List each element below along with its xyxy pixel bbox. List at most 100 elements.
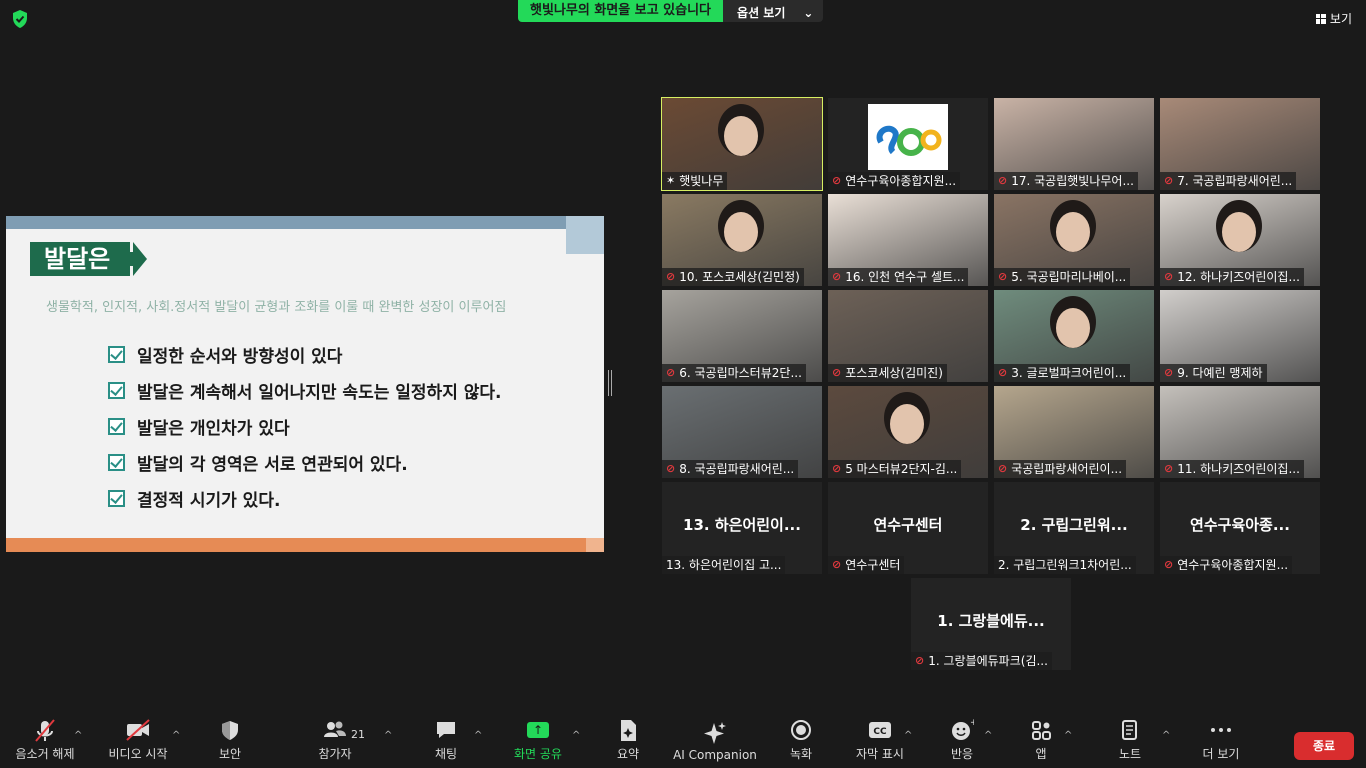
view-options-button[interactable]: 옵션 보기 ⌄ <box>723 0 824 22</box>
participant-tile[interactable]: ⊘ 포스코세상(김미진) <box>828 290 988 382</box>
more-dots-icon <box>1211 728 1231 732</box>
participant-tile[interactable]: 13. 하은어린이... 13. 하은어린이집 고... <box>662 482 822 574</box>
mic-muted-icon: ⊘ <box>832 174 842 187</box>
participant-tile[interactable]: 2. 구립그린워... 2. 구립그린워크1차어린... <box>994 482 1154 574</box>
participant-name-label: ⊘ 1. 그랑블에듀파크(김... <box>911 652 1052 670</box>
checkbox-icon <box>108 453 125 471</box>
captions-caret-icon[interactable]: ^ <box>904 730 912 741</box>
summary-button[interactable]: 요약 <box>608 706 648 768</box>
participant-name-label: ⊘ 포스코세상(김미진) <box>828 364 947 382</box>
apps-caret-icon[interactable]: ^ <box>1064 730 1072 741</box>
participant-display-name: 13. 하은어린이... <box>683 516 801 534</box>
ai-companion-button[interactable]: AI Companion <box>672 706 758 768</box>
ai-companion-label: AI Companion <box>673 748 757 762</box>
participant-name: 12. 하나키즈어린이집... <box>1177 270 1300 284</box>
participant-tile[interactable]: ⊘ 5 마스터뷰2단지-김... <box>828 386 988 478</box>
audio-options-caret-icon[interactable]: ^ <box>74 730 82 741</box>
participant-tile[interactable]: ⊘ 12. 하나키즈어린이집... <box>1160 194 1320 286</box>
view-options-label: 옵션 보기 <box>737 6 786 20</box>
chat-button[interactable]: 채팅 <box>426 706 466 768</box>
participant-tile[interactable]: ⊘ 국공립파랑새어린이... <box>994 386 1154 478</box>
checkbox-icon <box>108 345 125 363</box>
record-icon <box>791 720 811 740</box>
participant-tile[interactable]: ⊘ 16. 인천 연수구 셀트... <box>828 194 988 286</box>
share-screen-button[interactable]: ↑ 화면 공유 <box>508 706 568 768</box>
start-video-label: 비디오 시작 <box>108 747 168 761</box>
participant-tile[interactable]: ⊘ 8. 국공립파랑새어린... <box>662 386 822 478</box>
captions-label: 자막 표시 <box>856 747 904 761</box>
end-meeting-button[interactable]: 종료 <box>1294 732 1354 760</box>
participant-tile[interactable]: ⊘ 11. 하나키즈어린이집... <box>1160 386 1320 478</box>
notes-button[interactable]: 노트 <box>1112 706 1148 768</box>
participant-name-label: ⊘ 연수구육아종합지원... <box>828 172 961 190</box>
checklist-item: 발달의 각 영역은 서로 연관되어 있다. <box>108 444 502 480</box>
video-options-caret-icon[interactable]: ^ <box>172 730 180 741</box>
checklist-item: 일정한 순서와 방향성이 있다 <box>108 336 502 372</box>
participant-name-label: ⊘ 17. 국공립햇빛나무어... <box>994 172 1138 190</box>
closed-captions-icon: CC <box>869 722 891 738</box>
grid-view-icon <box>1315 13 1326 24</box>
captions-button[interactable]: CC 자막 표시 <box>852 706 908 768</box>
participants-button[interactable]: 참가자 <box>314 706 356 768</box>
share-screen-icon: ↑ <box>527 722 549 738</box>
participant-name-label: ✶ 햇빛나무 <box>662 172 728 190</box>
participant-name: 2. 구립그린워크1차어린... <box>998 558 1132 572</box>
participant-name: 9. 다예린 맹제하 <box>1177 366 1263 380</box>
unmute-button[interactable]: 음소거 해제 <box>12 706 78 768</box>
reactions-caret-icon[interactable]: ^ <box>984 730 992 741</box>
summary-icon <box>621 720 636 741</box>
meeting-toolbar: 음소거 해제 ^ 비디오 시작 ^ 보안 참가자 21 ^ 채팅 ^ ↑ 화면 … <box>0 706 1366 768</box>
notes-caret-icon[interactable]: ^ <box>1162 730 1170 741</box>
reactions-button[interactable]: + 반응 <box>944 706 980 768</box>
chat-icon <box>437 722 455 738</box>
mic-muted-icon: ⊘ <box>666 462 676 475</box>
apps-button[interactable]: 앱 <box>1026 706 1056 768</box>
start-video-button[interactable]: 비디오 시작 <box>104 706 172 768</box>
participant-tile[interactable]: ⊘ 6. 국공립마스터뷰2단... <box>662 290 822 382</box>
participant-tile[interactable]: 1. 그랑블에듀... ⊘ 1. 그랑블에듀파크(김... <box>911 578 1071 670</box>
slide-title: 발달은 <box>30 242 131 276</box>
participants-caret-icon[interactable]: ^ <box>384 730 392 741</box>
participant-name: 연수구센터 <box>845 558 901 572</box>
view-label: 보기 <box>1329 12 1352 26</box>
participant-figure <box>1056 212 1090 252</box>
participant-name-label: ⊘ 연수구센터 <box>828 556 905 574</box>
sharing-status-text: 햇빛나무의 화면을 보고 있습니다 <box>518 0 724 22</box>
participant-tile[interactable]: ⊘ 3. 글로벌파크어린이... <box>994 290 1154 382</box>
chat-caret-icon[interactable]: ^ <box>474 730 482 741</box>
slide-bottom-band <box>6 538 604 552</box>
participant-name: 1. 그랑블에듀파크(김... <box>928 654 1048 668</box>
more-button[interactable]: 더 보기 <box>1196 706 1246 768</box>
participant-name-label: ⊘ 12. 하나키즈어린이집... <box>1160 268 1304 286</box>
mic-muted-icon: ⊘ <box>832 558 842 571</box>
participant-name: 8. 국공립파랑새어린... <box>679 462 795 476</box>
participant-tile[interactable]: ✶ 햇빛나무 <box>661 97 823 191</box>
participant-name-label: 13. 하은어린이집 고... <box>662 556 786 574</box>
record-button[interactable]: 녹화 <box>782 706 820 768</box>
security-button[interactable]: 보안 <box>210 706 250 768</box>
panel-resize-handle[interactable] <box>608 370 612 396</box>
participant-tile[interactable]: 연수구센터 ⊘ 연수구센터 <box>828 482 988 574</box>
participant-name-label: ⊘ 6. 국공립마스터뷰2단... <box>662 364 806 382</box>
participant-name: 국공립파랑새어린이... <box>1011 462 1123 476</box>
participant-tile[interactable]: ⊘ 연수구육아종합지원... <box>828 98 988 190</box>
slide-title-arrow: 발달은 <box>30 242 148 276</box>
mic-muted-icon: ⊘ <box>1164 174 1174 187</box>
view-button[interactable]: 보기 <box>1315 10 1352 27</box>
participant-tile[interactable]: ⊘ 5. 국공립마리나베이... <box>994 194 1154 286</box>
spotlight-icon: ✶ <box>666 174 676 187</box>
participant-name-label: ⊘ 5. 국공립마리나베이... <box>994 268 1131 286</box>
participant-tile[interactable]: ⊘ 17. 국공립햇빛나무어... <box>994 98 1154 190</box>
slide-checklist: 일정한 순서와 방향성이 있다 발달은 계속해서 일어나지만 속도는 일정하지 … <box>108 336 502 516</box>
participant-tile[interactable]: ⊘ 10. 포스코세상(김민정) <box>662 194 822 286</box>
participant-name-label: ⊘ 7. 국공립파랑새어린... <box>1160 172 1297 190</box>
more-label: 더 보기 <box>1202 747 1240 761</box>
shield-icon <box>222 721 238 740</box>
participant-name: 13. 하은어린이집 고... <box>666 558 782 572</box>
share-caret-icon[interactable]: ^ <box>572 730 580 741</box>
participant-tile[interactable]: 연수구육아종... ⊘ 연수구육아종합지원... <box>1160 482 1320 574</box>
participant-tile[interactable]: ⊘ 9. 다예린 맹제하 <box>1160 290 1320 382</box>
security-shield-icon[interactable] <box>10 9 30 29</box>
slide-top-band <box>6 216 604 229</box>
participant-tile[interactable]: ⊘ 7. 국공립파랑새어린... <box>1160 98 1320 190</box>
